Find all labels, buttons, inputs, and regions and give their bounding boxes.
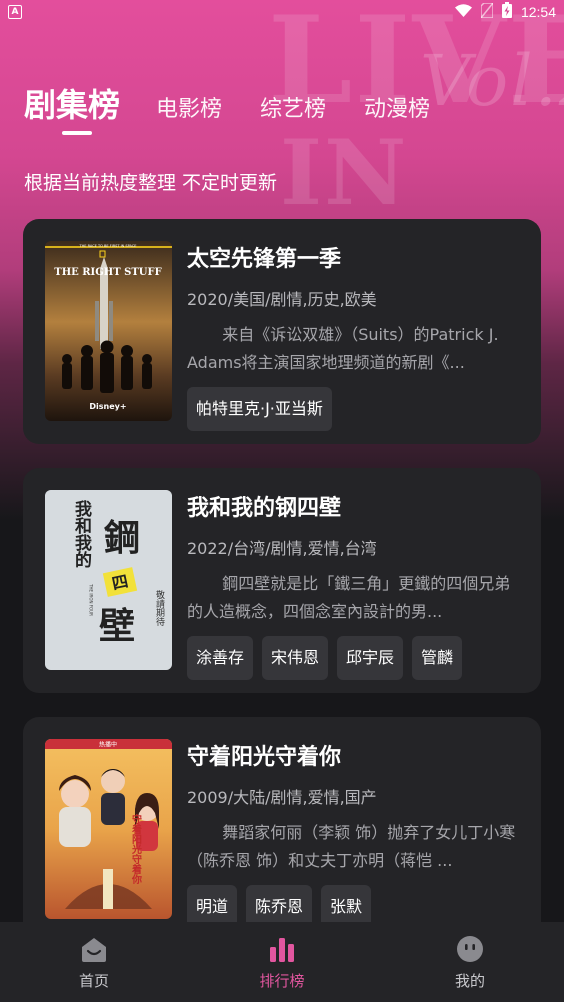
cast-tags: 涂善存 宋伟恩 邱宇辰 管麟	[187, 636, 523, 680]
cast-tag[interactable]: 涂善存	[187, 636, 254, 680]
nav-ranking[interactable]: 排行榜	[188, 922, 376, 1002]
status-bar: A 12:54	[0, 0, 564, 24]
item-meta: 2020/美国/剧情,历史,欧美	[187, 290, 377, 309]
ranking-subtitle: 根据当前热度整理 不定时更新	[24, 172, 278, 194]
cast-tags: 帕特里克·J·亚当斯	[187, 387, 523, 431]
tab-series[interactable]: 剧集榜	[24, 80, 120, 126]
home-icon	[82, 938, 106, 962]
background-text-line2: IN	[280, 120, 409, 226]
wifi-icon	[454, 3, 472, 21]
tab-anime[interactable]: 动漫榜	[364, 91, 430, 123]
poster-top-text: THE RACE TO BE FIRST IN SPACE	[78, 244, 136, 248]
poster-top-text: 热播中	[99, 741, 117, 749]
poster-title-char-2: 壁	[99, 605, 135, 647]
poster-image[interactable]: 热播中 守着阳光守着你	[45, 739, 172, 919]
cast-tag[interactable]: 邱宇辰	[337, 636, 404, 680]
poster-title-text: 我和我的	[71, 500, 92, 569]
poster-image[interactable]: THE RACE TO BE FIRST IN SPACE THE RIGHT …	[45, 241, 172, 421]
nav-mine-label: 我的	[454, 972, 485, 990]
nav-mine[interactable]: 我的	[376, 922, 564, 1002]
item-description: 鋼四壁就是比「鐵三角」更鐵的四個兄弟的人造概念，四個念室內設計的男...	[187, 574, 511, 621]
clock: 12:54	[520, 4, 556, 20]
list-item[interactable]: 热播中 守着阳光守着你 守着阳光守着你 2009/大陆/剧情,爱情,国产 舞蹈家…	[23, 717, 541, 942]
cast-tag[interactable]: 管麟	[412, 636, 463, 680]
category-tabs: 剧集榜 电影榜 综艺榜 动漫榜	[24, 80, 468, 126]
active-tab-indicator	[62, 131, 92, 135]
battery-charging-icon	[501, 2, 512, 22]
poster-title-text: THE RIGHT STUFF	[54, 267, 161, 278]
ranking-list: THE RACE TO BE FIRST IN SPACE THE RIGHT …	[23, 219, 541, 966]
no-sim-icon	[480, 1, 494, 22]
cast-tag[interactable]: 宋伟恩	[262, 636, 329, 680]
item-title: 守着阳光守着你	[187, 745, 342, 770]
nav-home-label: 首页	[78, 972, 109, 990]
item-title: 我和我的钢四壁	[187, 496, 342, 521]
nav-ranking-label: 排行榜	[259, 972, 305, 990]
tab-movies[interactable]: 电影榜	[156, 91, 222, 123]
app-notification-icon: A	[8, 5, 22, 19]
bottom-navigation: 首页 排行榜 我的	[0, 922, 564, 1002]
item-meta: 2009/大陆/剧情,爱情,国产	[187, 788, 377, 807]
poster-platform-text: Disney+	[89, 402, 126, 411]
face-icon	[457, 936, 483, 962]
cast-tag[interactable]: 帕特里克·J·亚当斯	[187, 387, 332, 431]
item-description: 舞蹈家何丽（李颖 饰）抛弃了女儿丁小寒（陈乔恩 饰）和丈夫丁亦明（蒋恺 ...	[187, 823, 516, 870]
tab-variety[interactable]: 综艺榜	[260, 91, 326, 123]
item-title: 太空先锋第一季	[187, 247, 342, 272]
poster-title-char: 鋼	[104, 517, 140, 559]
poster-side-text: 敬請期待	[154, 589, 165, 627]
list-item[interactable]: 我和我的 鋼 四 壁 THE IRON FOUR 敬請期待 我和我的钢四壁 20…	[23, 468, 541, 693]
poster-image[interactable]: 我和我的 鋼 四 壁 THE IRON FOUR 敬請期待	[45, 490, 172, 670]
poster-en-text: THE IRON FOUR	[89, 583, 94, 616]
chart-icon	[270, 938, 294, 962]
list-item[interactable]: THE RACE TO BE FIRST IN SPACE THE RIGHT …	[23, 219, 541, 444]
item-description: 来自《诉讼双雄》（Suits）的Patrick J. Adams将主演国家地理频…	[187, 325, 499, 372]
nav-home[interactable]: 首页	[0, 922, 188, 1002]
item-meta: 2022/台湾/剧情,爱情,台湾	[187, 539, 377, 558]
